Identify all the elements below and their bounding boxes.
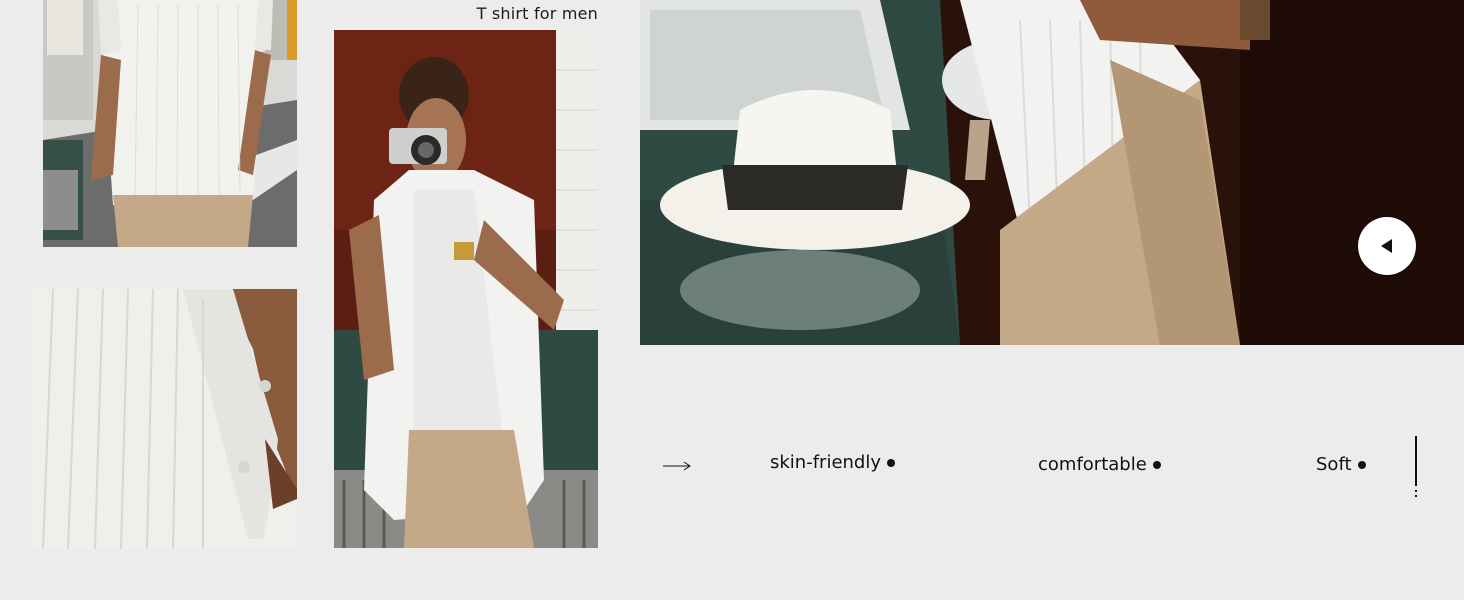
long-arrow-right-icon <box>663 461 691 471</box>
feature-label: Soft <box>1316 454 1352 475</box>
product-photo-man-with-camera <box>334 30 598 548</box>
feature-label: comfortable <box>1038 454 1147 475</box>
feature-label: skin-friendly <box>770 452 882 473</box>
carousel-prev-button[interactable] <box>1358 217 1416 275</box>
feature-comfortable: comfortable <box>1038 454 1161 475</box>
product-photo-collar-detail <box>33 289 297 549</box>
vertical-divider <box>1415 436 1417 500</box>
triangle-left-icon <box>1381 239 1392 253</box>
product-photo-hat-on-car <box>640 0 1464 345</box>
bullet-dot-icon <box>1152 460 1161 469</box>
bullet-dot-icon <box>1357 460 1366 469</box>
feature-skin-friendly: skin-friendly <box>770 452 896 473</box>
caption: T shirt for men <box>476 4 598 23</box>
product-photo-back-view <box>43 0 297 247</box>
feature-soft: Soft <box>1316 454 1366 475</box>
bullet-dot-icon <box>887 458 896 467</box>
